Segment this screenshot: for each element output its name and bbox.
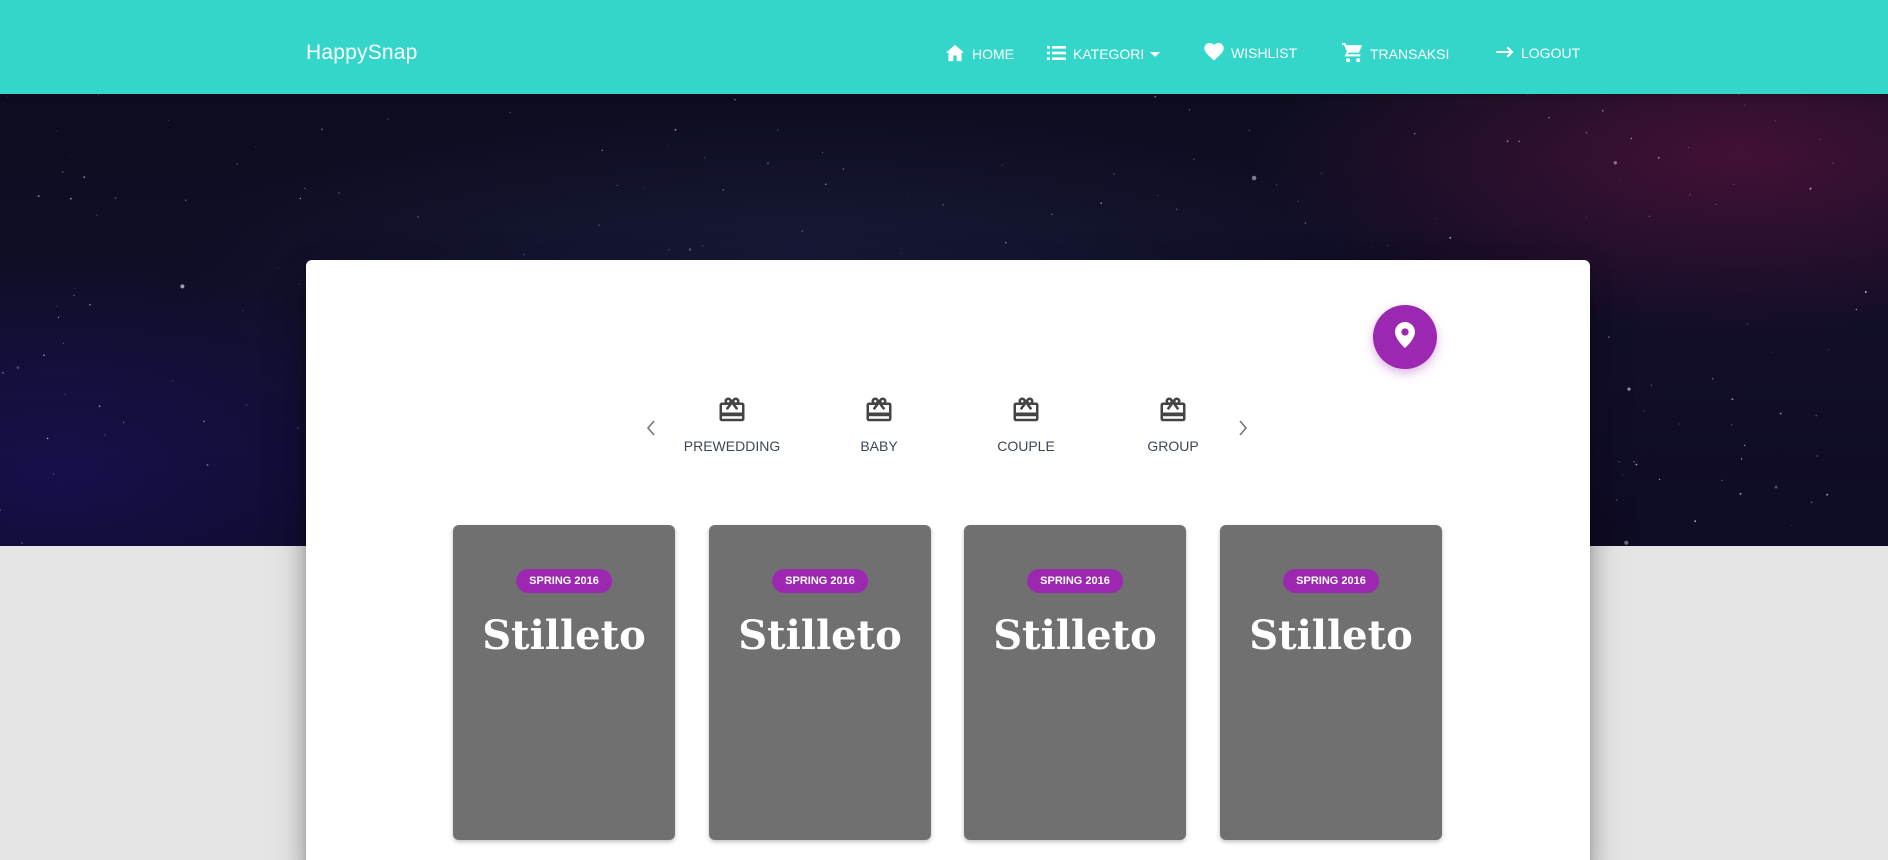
- product-card[interactable]: SPRING 2016 Stilleto: [709, 525, 931, 840]
- product-title: Stilleto: [1249, 612, 1413, 659]
- product-card[interactable]: SPRING 2016 Stilleto: [453, 525, 675, 840]
- season-badge: SPRING 2016: [516, 569, 612, 593]
- nav-home-label: HOME: [972, 46, 1014, 62]
- nav-transaksi-label: TRANSAKSI: [1370, 46, 1450, 62]
- category-label: GROUP: [1147, 438, 1199, 454]
- nav-wishlist[interactable]: WISHLIST: [1204, 42, 1297, 64]
- product-card[interactable]: SPRING 2016 Stilleto: [964, 525, 1186, 840]
- nav-kategori-label: KATEGORI: [1073, 46, 1145, 62]
- gift-card-icon: [672, 395, 792, 425]
- chevron-right-icon: [1238, 419, 1248, 441]
- gift-card-icon: [966, 395, 1086, 425]
- home-icon: [945, 44, 972, 65]
- product-title: Stilleto: [738, 612, 902, 659]
- category-label: COUPLE: [997, 438, 1055, 454]
- cart-icon: [1342, 42, 1370, 66]
- category-baby[interactable]: BABY: [819, 395, 939, 454]
- nav-logout-label: LOGOUT: [1521, 45, 1581, 61]
- carousel-next-button[interactable]: [1231, 418, 1255, 442]
- nav-wishlist-label: WISHLIST: [1231, 45, 1298, 61]
- top-navbar: HappySnap HOME KATEGORI WISHLIST TRANSAK…: [0, 0, 1888, 94]
- arrow-right-icon: [1496, 45, 1521, 61]
- category-label: PREWEDDING: [683, 438, 781, 454]
- location-pin-icon: [1395, 321, 1415, 353]
- season-badge: SPRING 2016: [1027, 569, 1123, 593]
- carousel-prev-button[interactable]: [639, 418, 663, 442]
- list-icon: [1047, 45, 1073, 63]
- chevron-down-icon: [1150, 51, 1161, 57]
- nav-home[interactable]: HOME: [945, 43, 1014, 65]
- location-button[interactable]: [1373, 305, 1437, 369]
- chevron-left-icon: [646, 419, 656, 441]
- season-badge: SPRING 2016: [772, 569, 868, 593]
- category-couple[interactable]: COUPLE: [966, 395, 1086, 454]
- nav-kategori[interactable]: KATEGORI: [1047, 43, 1161, 65]
- nav-transaksi[interactable]: TRANSAKSI: [1342, 42, 1450, 66]
- heart-icon: [1204, 42, 1231, 64]
- product-title: Stilleto: [993, 612, 1157, 659]
- category-label: BABY: [860, 438, 898, 454]
- category-group[interactable]: GROUP: [1113, 395, 1233, 454]
- nav-logout[interactable]: LOGOUT: [1496, 42, 1580, 64]
- gift-card-icon: [1113, 395, 1233, 425]
- product-title: Stilleto: [482, 612, 646, 659]
- gift-card-icon: [819, 395, 939, 425]
- brand-logo[interactable]: HappySnap: [306, 41, 418, 65]
- category-prewedding[interactable]: PREWEDDING: [672, 395, 792, 454]
- product-card[interactable]: SPRING 2016 Stilleto: [1220, 525, 1442, 840]
- season-badge: SPRING 2016: [1283, 569, 1379, 593]
